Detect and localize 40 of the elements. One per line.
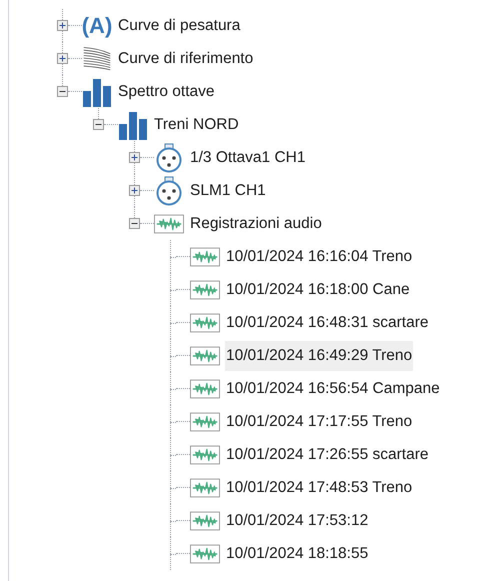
tree-item[interactable]: 10/01/2024 16:16:04 Treno (225, 242, 414, 272)
waveform-icon (190, 510, 220, 530)
tree-item[interactable]: 10/01/2024 16:49:29 Treno (225, 340, 414, 370)
tree-item[interactable]: Registrazioni audio (189, 208, 323, 238)
expand-icon[interactable] (57, 20, 68, 31)
tree-item[interactable]: Treni NORD (153, 110, 240, 140)
collapse-icon[interactable] (129, 218, 140, 229)
expand-icon[interactable] (57, 53, 68, 64)
tree-item[interactable]: 10/01/2024 17:17:55 Treno (225, 406, 414, 436)
waveform-icon (190, 346, 220, 366)
tree-item[interactable]: 10/01/2024 18:18:55 (225, 538, 370, 568)
collapse-icon[interactable] (93, 119, 104, 130)
collapse-icon[interactable] (57, 86, 68, 97)
tree-item[interactable]: Spettro ottave (117, 76, 216, 106)
bar-chart-icon (118, 110, 148, 140)
tree-item[interactable]: 10/01/2024 17:53:12 (225, 506, 370, 536)
waveform-icon (190, 378, 220, 398)
waveform-icon (190, 478, 220, 498)
weighting-icon: (A) (82, 14, 112, 36)
tree-item[interactable]: 10/01/2024 17:48:53 Treno (225, 472, 414, 502)
waveform-icon (154, 214, 184, 234)
tree-item[interactable]: 10/01/2024 17:26:55 scartare (225, 440, 430, 470)
connector-icon (154, 142, 184, 172)
connector-icon (154, 176, 184, 206)
waveform-icon (190, 246, 220, 266)
waveform-icon (190, 312, 220, 332)
tree-item[interactable]: 10/01/2024 16:56:54 Campane (225, 374, 441, 404)
waveform-icon (190, 544, 220, 564)
expand-icon[interactable] (129, 152, 140, 163)
tree-item[interactable]: SLM1 CH1 (189, 176, 267, 206)
waveform-icon (190, 412, 220, 432)
tree-item[interactable]: Curve di pesatura (117, 10, 242, 40)
waveform-icon (190, 444, 220, 464)
tree-item[interactable]: 10/01/2024 16:18:00 Cane (225, 274, 411, 304)
expand-icon[interactable] (129, 185, 140, 196)
tree-item[interactable]: 1/3 Ottava1 CH1 (189, 142, 306, 172)
tree-item[interactable]: 10/01/2024 16:48:31 scartare (225, 308, 430, 338)
waveform-icon (190, 280, 220, 300)
tree-item[interactable]: Curve di riferimento (117, 44, 254, 74)
bar-chart-icon (82, 76, 112, 106)
